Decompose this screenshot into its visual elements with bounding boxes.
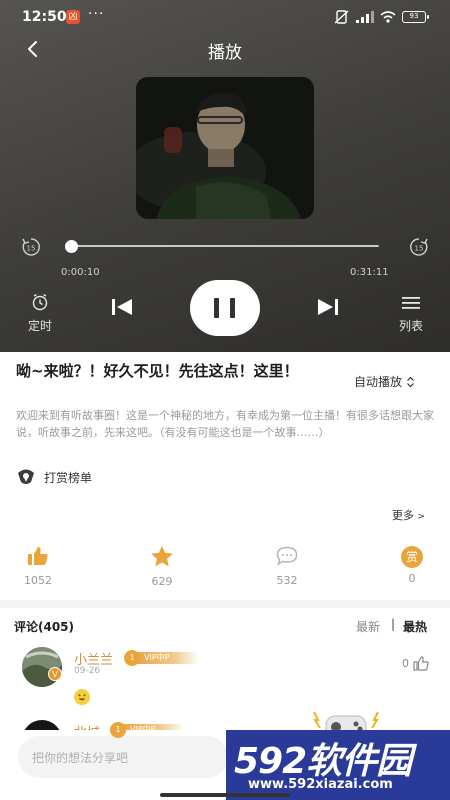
comment-like-count: 0: [402, 657, 409, 670]
chat-bubble-icon: [276, 546, 298, 566]
episode-description: 欢迎来到有听故事圈！这是一个神秘的地方，有幸成为第一位主播！有很多话想跟大家说，…: [16, 409, 434, 439]
pause-icon: [214, 298, 219, 318]
comment-input[interactable]: [32, 747, 222, 769]
favorite-button[interactable]: 629: [137, 546, 187, 588]
episode-title: 呦~来啦？！好久不见！先往这点！这里！: [16, 362, 299, 380]
wifi-icon: [380, 11, 396, 23]
rewind-15-icon: 15: [22, 238, 40, 256]
playlist-button[interactable]: 列表: [394, 295, 428, 334]
no-sim-icon: [334, 10, 349, 24]
favorite-count: 629: [151, 575, 173, 588]
comment-button[interactable]: 532: [262, 546, 312, 587]
home-indicator[interactable]: [160, 793, 290, 797]
section-divider: [0, 600, 450, 608]
vip-label: VIP中P: [136, 652, 200, 664]
like-count: 1052: [24, 574, 52, 587]
trophy-badge-icon: [18, 469, 34, 484]
status-time: 12:50: [22, 9, 67, 25]
more-label: 更多: [392, 509, 414, 522]
episode-cover-image: [136, 77, 314, 219]
chevron-right-icon: >: [417, 512, 426, 522]
sort-separator: |: [391, 617, 396, 631]
status-bar: 12:50 凶 ··· 93: [0, 0, 450, 34]
level-icon: 1: [124, 650, 140, 666]
page-title: 播放: [208, 43, 242, 63]
notification-more-icon: ···: [88, 6, 105, 22]
verified-badge-icon: V: [48, 667, 62, 681]
like-button[interactable]: 1052: [13, 546, 63, 587]
svg-text:15: 15: [27, 245, 36, 253]
pause-icon-bar: [230, 298, 235, 318]
autoplay-label: 自动播放: [354, 375, 403, 389]
tip-coin-icon: 赏: [401, 546, 423, 568]
rewind-15-button[interactable]: 15: [20, 236, 42, 258]
pause-button[interactable]: [190, 280, 260, 336]
playlist-label: 列表: [398, 319, 423, 333]
sort-latest-tab[interactable]: 最新: [356, 618, 380, 635]
reward-rank-link[interactable]: 打赏榜单: [16, 468, 92, 486]
comment-count: 532: [276, 574, 298, 587]
comment-date: 09-26: [74, 666, 101, 676]
list-icon: [402, 297, 420, 309]
progress-track[interactable]: [70, 245, 379, 247]
sort-hot-tab[interactable]: 最热: [403, 618, 427, 635]
level-icon: 1: [110, 722, 126, 738]
alarm-clock-icon: [32, 293, 48, 311]
tip-count: 0: [408, 572, 416, 585]
current-time: 0:00:10: [61, 267, 100, 278]
autoplay-toggle[interactable]: 自动播放: [354, 373, 415, 390]
player-area: 12:50 凶 ··· 93 播放 15 15 0:00:10 0:31:11 …: [0, 0, 450, 352]
star-icon: [151, 546, 173, 566]
signal-icon: [356, 11, 374, 23]
total-time: 0:31:11: [350, 267, 389, 278]
sort-arrows-icon: [407, 376, 414, 387]
comments-header: 评论(405): [14, 620, 75, 634]
watermark-url: www.592xiazai.com: [248, 777, 393, 792]
status-indicators: 93: [334, 10, 429, 24]
watermark-logo: 592软件园 www.592xiazai.com: [226, 730, 450, 800]
forward-15-icon: 15: [410, 238, 428, 256]
thumbs-up-outline-icon: [413, 656, 429, 671]
reward-rank-label: 打赏榜单: [44, 470, 93, 485]
action-bar: 1052 629 532 赏 0: [0, 546, 450, 590]
progress-knob[interactable]: [65, 240, 79, 253]
comment-like-button[interactable]: 0: [402, 656, 429, 671]
vip-level-tag: 1 VIP中P: [124, 650, 200, 666]
timer-label: 定时: [27, 319, 52, 333]
previous-track-icon[interactable]: [110, 296, 134, 318]
notification-app-icon: 凶: [66, 10, 80, 24]
next-track-icon[interactable]: [316, 296, 340, 318]
tip-button[interactable]: 赏 0: [387, 546, 437, 585]
forward-15-button[interactable]: 15: [408, 236, 430, 258]
smiley-emoji-icon: [74, 689, 90, 705]
more-link[interactable]: 更多 >: [392, 507, 425, 523]
svg-text:15: 15: [415, 245, 424, 253]
thumbs-up-icon: [28, 547, 48, 565]
battery-icon: 93: [402, 11, 429, 23]
timer-button[interactable]: 定时: [22, 293, 58, 334]
